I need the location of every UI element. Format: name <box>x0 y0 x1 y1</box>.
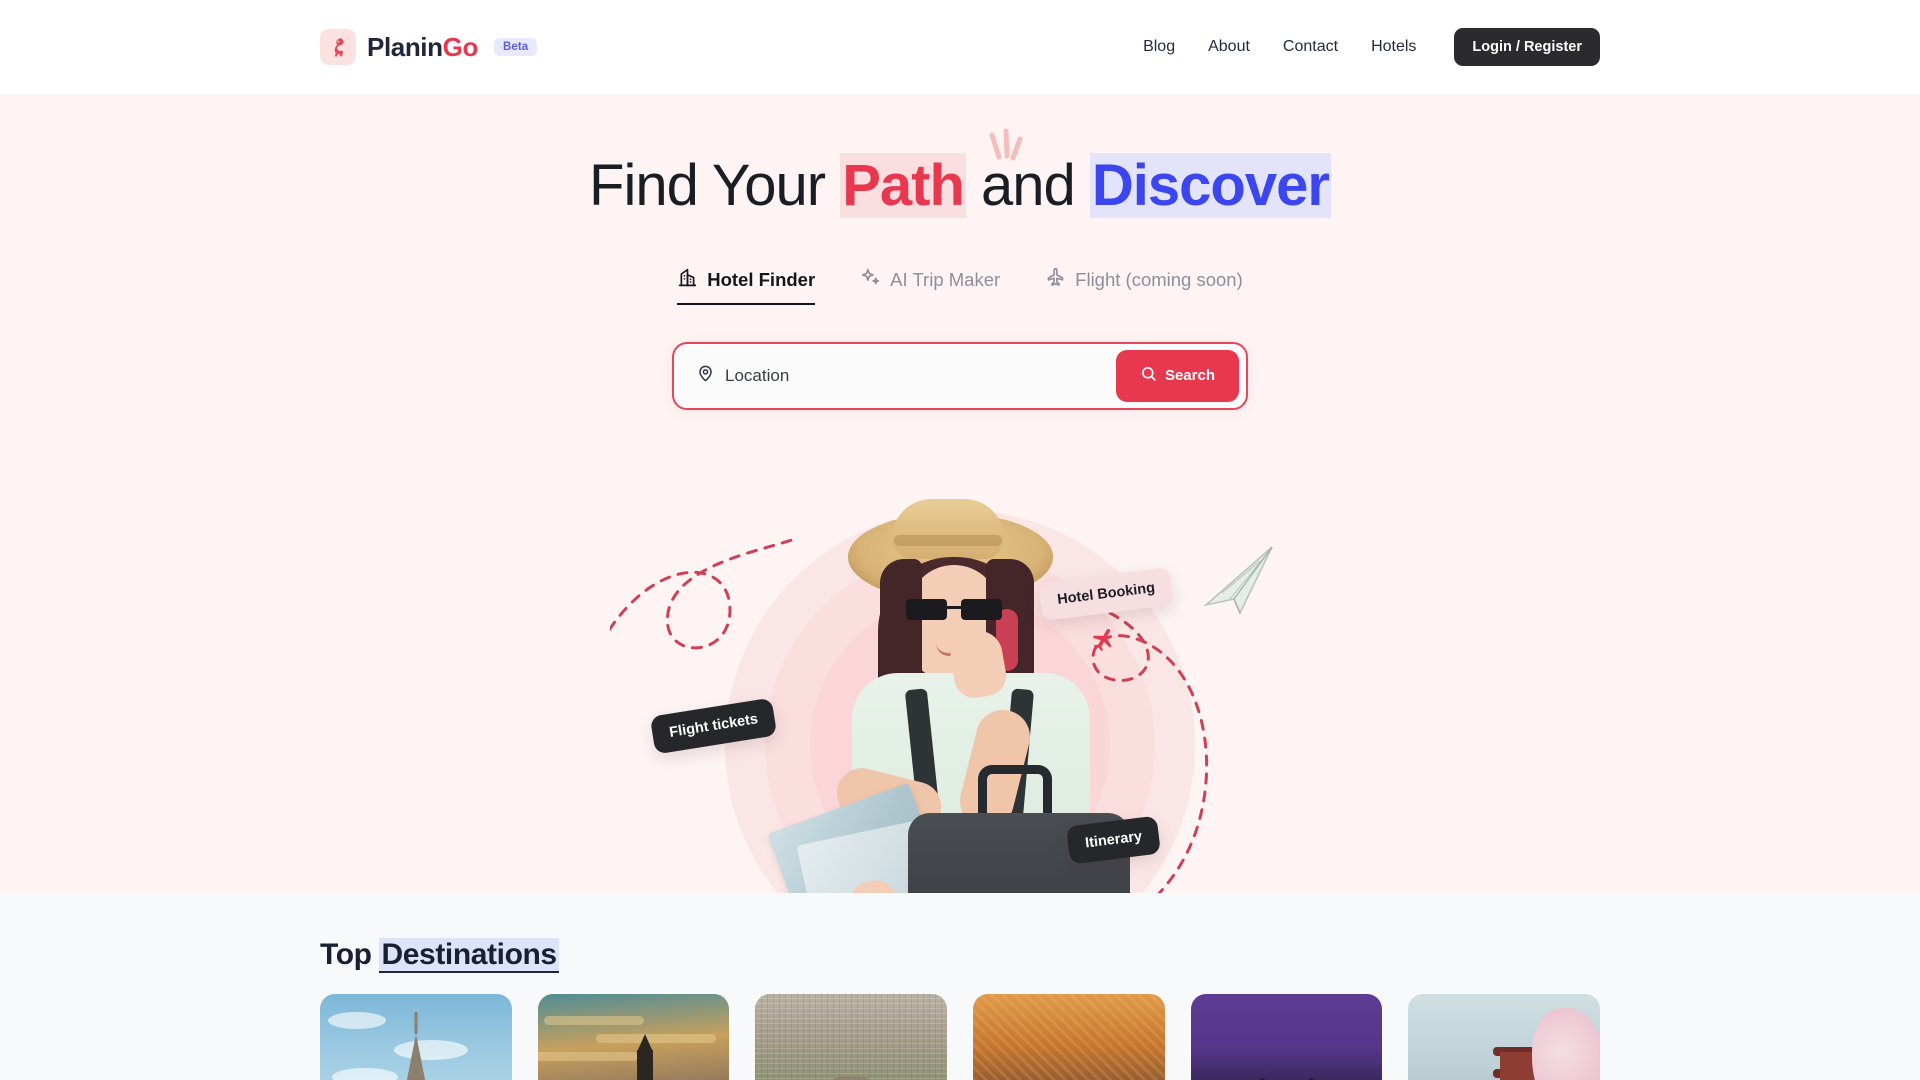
brand-logo[interactable]: PlaninGo Beta <box>320 29 538 65</box>
search-input[interactable] <box>725 343 1116 408</box>
nav-link-blog[interactable]: Blog <box>1143 38 1175 56</box>
tab-ai-trip-maker[interactable]: AI Trip Maker <box>860 267 1000 305</box>
headline-part-1: Find Your <box>589 153 841 218</box>
search-icon <box>1140 365 1157 386</box>
destination-card-rome[interactable] <box>755 994 947 1080</box>
nav-link-hotels[interactable]: Hotels <box>1371 38 1416 56</box>
section-title-destinations: Top Destinations <box>320 893 1600 973</box>
headline-highlight-discover: Discover <box>1089 153 1331 218</box>
tab-label: AI Trip Maker <box>890 268 1001 290</box>
beta-badge: Beta <box>493 38 538 56</box>
tab-label: Hotel Finder <box>707 268 816 290</box>
destination-card-istanbul[interactable] <box>1190 994 1383 1080</box>
tab-hotel-finder[interactable]: Hotel Finder <box>677 267 816 305</box>
login-register-button[interactable]: Login / Register <box>1454 28 1600 66</box>
search-button[interactable]: Search <box>1115 349 1239 402</box>
search-input-wrapper[interactable] <box>696 343 1116 408</box>
sunglasses <box>906 599 1002 620</box>
red-airplane-icon <box>1088 625 1118 660</box>
headline-part-2: and <box>965 153 1090 218</box>
hero-section: Find Your Path and Discover Hotel Finder <box>0 95 1920 893</box>
hero-content: Find Your Path and Discover Hotel Finder <box>0 95 1920 410</box>
hat-band <box>894 535 1002 546</box>
search-bar: Search <box>672 341 1248 410</box>
tab-flight[interactable]: Flight (coming soon) <box>1045 267 1243 305</box>
main-nav: Blog About Contact Hotels Login / Regist… <box>1143 28 1600 66</box>
hotel-building-icon <box>677 267 698 293</box>
sparkles-icon <box>860 267 881 293</box>
paper-plane-icon <box>1200 543 1278 617</box>
flamingo-icon <box>320 29 356 65</box>
brand-accent: Go <box>442 31 479 62</box>
destination-card-paris[interactable] <box>320 994 512 1080</box>
site-header: PlaninGo Beta Blog About Contact Hotels … <box>0 0 1920 95</box>
brand-name: PlaninGo <box>367 32 478 63</box>
section-title-highlight: Destinations <box>379 938 559 973</box>
destination-grid <box>320 994 1600 1080</box>
top-destinations-section: Top Destinations <box>0 893 1920 1080</box>
map-pin-icon <box>696 364 715 388</box>
hat-crown <box>892 499 1004 559</box>
destination-card-athens[interactable] <box>973 994 1165 1080</box>
section-title-prefix: Top <box>320 938 380 971</box>
tab-label: Flight (coming soon) <box>1075 268 1243 290</box>
page-title: Find Your Path and Discover <box>589 128 1331 220</box>
hero-tabs: Hotel Finder AI Trip Maker Flight (comin… <box>0 267 1920 305</box>
search-button-label: Search <box>1164 367 1215 385</box>
destination-card-tokyo[interactable] <box>1408 994 1600 1080</box>
airplane-icon <box>1045 267 1066 293</box>
destination-card-london[interactable] <box>537 994 730 1080</box>
headline-highlight-path: Path <box>840 153 966 218</box>
nav-link-contact[interactable]: Contact <box>1283 38 1338 56</box>
brand-primary: Planin <box>367 31 443 62</box>
nav-link-about[interactable]: About <box>1208 38 1250 56</box>
